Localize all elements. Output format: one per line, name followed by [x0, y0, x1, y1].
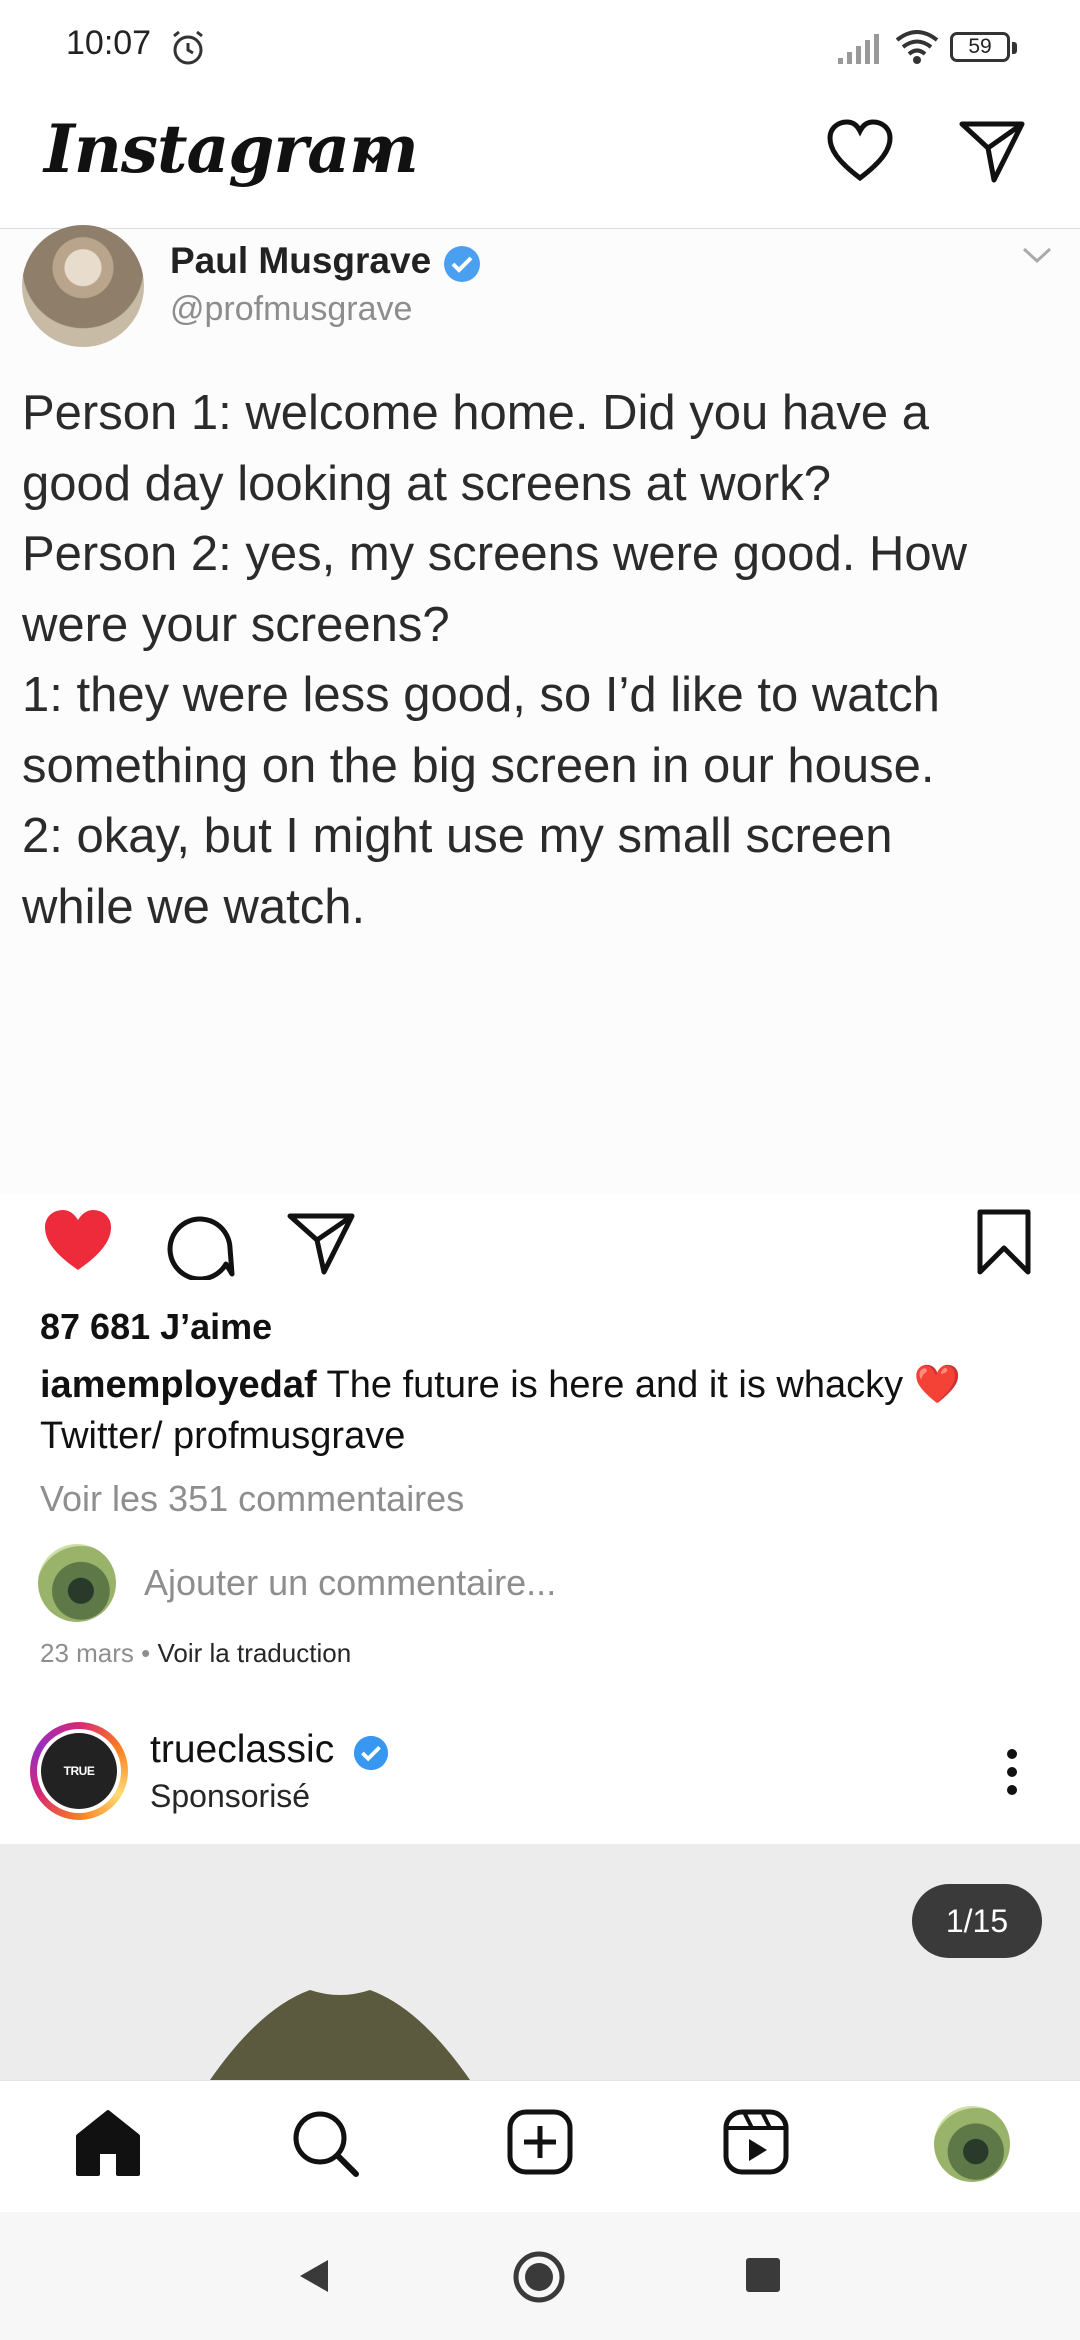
heart-icon[interactable] — [826, 118, 894, 186]
wifi-icon — [895, 30, 939, 64]
tweet-text: Person 1: welcome home. Did you have a g… — [22, 378, 1062, 942]
direct-message-icon[interactable] — [958, 118, 1026, 186]
tweet-author-avatar — [22, 225, 144, 347]
caption-text: The future is here and it is whacky — [316, 1364, 914, 1406]
tweet-line: something on the big screen in our house… — [22, 738, 935, 793]
profile-avatar[interactable] — [934, 2106, 1010, 2182]
tweet-author-handle: @profmusgrave — [170, 290, 413, 328]
bookmark-icon[interactable] — [976, 1208, 1032, 1276]
status-time: 10:07 — [66, 24, 152, 62]
tweet-line: Person 1: welcome home. Did you have a — [22, 386, 929, 440]
tweet-line: Person 2: yes, my screens were good. How — [22, 527, 968, 581]
create-post-icon[interactable] — [506, 2108, 574, 2176]
chevron-down-icon — [1022, 247, 1052, 264]
home-circle-icon[interactable] — [512, 2250, 566, 2304]
tweet-line: 1: they were less good, so I’d like to w… — [22, 668, 940, 722]
signal-icon — [838, 34, 879, 64]
meta-separator: • — [133, 1638, 158, 1668]
view-comments-link[interactable]: Voir les 351 commentaires — [40, 1478, 464, 1520]
like-heart-icon[interactable] — [42, 1208, 114, 1274]
verified-icon — [353, 1735, 389, 1771]
battery-tip — [1012, 42, 1017, 54]
post-caption: iamemployedaf The future is here and it … — [40, 1360, 1050, 1462]
translate-link[interactable]: Voir la traduction — [157, 1638, 351, 1668]
current-user-avatar — [38, 1544, 116, 1622]
post-date: 23 mars — [40, 1638, 134, 1668]
post-meta: 23 mars • Voir la traduction — [40, 1638, 351, 1669]
comment-icon[interactable] — [164, 1208, 236, 1280]
caption-username[interactable]: iamemployedaf — [40, 1364, 317, 1406]
tweet-line: while we watch. — [22, 879, 366, 934]
tweet-author-name: Paul Musgrave — [170, 240, 432, 281]
recents-icon[interactable] — [746, 2258, 780, 2292]
caption-emoji: ❤️ — [913, 1364, 962, 1406]
carousel-counter: 1/15 — [912, 1884, 1042, 1958]
reels-icon[interactable] — [722, 2108, 790, 2176]
sponsored-media[interactable] — [0, 1844, 1080, 2080]
tweet-line: good day looking at screens at work? — [22, 456, 831, 511]
shirt-image — [210, 1990, 470, 2080]
sponsored-label: Sponsorisé — [150, 1778, 311, 1814]
share-icon[interactable] — [286, 1210, 356, 1276]
more-options-icon[interactable] — [1006, 1748, 1018, 1796]
verified-icon — [444, 246, 480, 282]
back-icon[interactable] — [296, 2256, 332, 2296]
add-comment-input[interactable]: Ajouter un commentaire... — [144, 1562, 556, 1604]
chevron-down-icon[interactable] — [358, 146, 388, 166]
tweet-line: 2: okay, but I might use my small screen — [22, 809, 893, 863]
home-icon[interactable] — [70, 2108, 146, 2180]
search-icon[interactable] — [290, 2108, 362, 2180]
tweet-line: were your screens? — [22, 597, 450, 652]
caption-line-2: Twitter/ profmusgrave — [40, 1415, 406, 1457]
alarm-icon — [173, 30, 203, 65]
sponsor-avatar[interactable]: TRUE CLASSIC — [41, 1733, 117, 1854]
likes-count[interactable]: 87 681 J’aime — [40, 1306, 272, 1348]
sponsor-name[interactable]: trueclassic — [150, 1728, 334, 1772]
battery-indicator: 59 — [950, 32, 1010, 62]
